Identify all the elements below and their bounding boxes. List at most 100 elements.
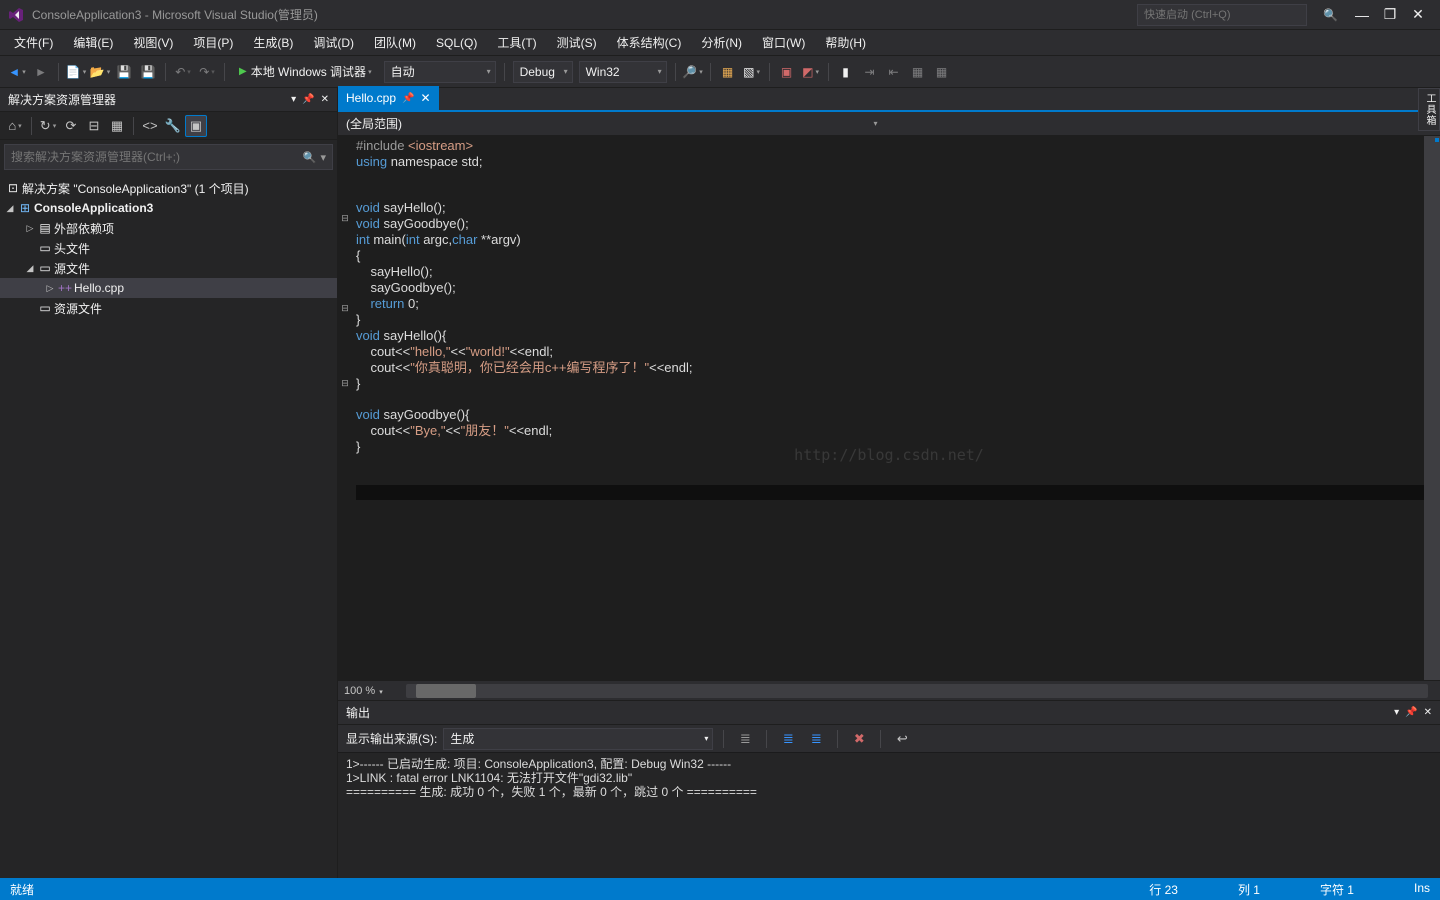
solution-node[interactable]: ⊡ 解决方案 "ConsoleApplication3" (1 个项目) bbox=[0, 178, 337, 198]
panel-close-icon[interactable]: ✕ bbox=[1424, 707, 1432, 718]
scope-bar: (全局范围) ▲▼ bbox=[338, 112, 1440, 136]
panel-menu-icon[interactable]: ▾ bbox=[1394, 707, 1399, 718]
close-button[interactable]: ✕ bbox=[1404, 6, 1432, 23]
scope-combo[interactable]: (全局范围) bbox=[338, 113, 884, 135]
collapse-icon[interactable]: ⊟ bbox=[83, 115, 105, 137]
restore-button[interactable]: ❐ bbox=[1376, 6, 1404, 23]
tb-icon6[interactable]: ⇥ bbox=[859, 61, 881, 83]
output-find-icon[interactable]: ≣ bbox=[734, 728, 756, 750]
fold-icon[interactable]: ⊟ bbox=[338, 213, 352, 228]
preview-icon[interactable]: ▣ bbox=[185, 115, 207, 137]
code-icon[interactable]: <> bbox=[139, 115, 161, 137]
tb-icon8[interactable]: ▦ bbox=[907, 61, 929, 83]
refresh-icon[interactable]: ⟳ bbox=[60, 115, 82, 137]
platform-combo[interactable]: Win32 bbox=[579, 61, 667, 83]
solution-search[interactable]: 🔍 ▾ bbox=[4, 144, 333, 170]
open-file-button[interactable]: 📂 bbox=[89, 61, 111, 83]
tb-icon2[interactable]: ▧ bbox=[741, 61, 763, 83]
editor-tab-hello[interactable]: Hello.cpp 📌 ✕ bbox=[338, 86, 439, 110]
menu-window[interactable]: 窗口(W) bbox=[752, 31, 815, 54]
external-deps-node[interactable]: ▷ ▤ 外部依赖项 bbox=[0, 218, 337, 238]
scroll-marker bbox=[1435, 138, 1439, 142]
save-all-button[interactable]: 💾 bbox=[137, 61, 159, 83]
tb-icon3[interactable]: ▣ bbox=[776, 61, 798, 83]
code-editor[interactable]: ⊟ ⊟ ⊟ #include <iostream> using namespac… bbox=[338, 136, 1440, 680]
code-text[interactable]: #include <iostream> using namespace std;… bbox=[352, 136, 1440, 680]
folder-icon: ▭ bbox=[36, 241, 54, 255]
save-button[interactable]: 💾 bbox=[113, 61, 135, 83]
show-all-icon[interactable]: ▦ bbox=[106, 115, 128, 137]
output-wrap-icon[interactable]: ↩ bbox=[891, 728, 913, 750]
menu-edit[interactable]: 编辑(E) bbox=[63, 31, 123, 54]
titlebar: ConsoleApplication3 - Microsoft Visual S… bbox=[0, 0, 1440, 30]
pin-icon[interactable]: 📌 bbox=[302, 94, 314, 105]
separator bbox=[58, 63, 59, 81]
tb-icon1[interactable]: ▦ bbox=[717, 61, 739, 83]
undo-button[interactable]: ↶ bbox=[172, 61, 194, 83]
output-prev-icon[interactable]: ≣ bbox=[777, 728, 799, 750]
pin-icon[interactable]: 📌 bbox=[1405, 707, 1417, 718]
menu-architecture[interactable]: 体系结构(C) bbox=[607, 31, 692, 54]
menu-build[interactable]: 生成(B) bbox=[243, 31, 303, 54]
expander-icon[interactable]: ◢ bbox=[24, 263, 36, 274]
tab-close-icon[interactable]: ✕ bbox=[420, 91, 430, 105]
fold-icon[interactable]: ⊟ bbox=[338, 378, 352, 393]
output-source-combo[interactable]: 生成 bbox=[443, 728, 713, 750]
menu-sql[interactable]: SQL(Q) bbox=[426, 33, 487, 53]
sources-node[interactable]: ◢ ▭ 源文件 bbox=[0, 258, 337, 278]
expander-icon[interactable]: ▷ bbox=[24, 223, 36, 234]
folder-icon: ▭ bbox=[36, 261, 54, 275]
nav-back-button[interactable]: ◄ bbox=[6, 61, 28, 83]
menu-project[interactable]: 项目(P) bbox=[183, 31, 243, 54]
member-combo[interactable] bbox=[884, 113, 1430, 135]
zoom-combo[interactable]: 100 % bbox=[344, 685, 400, 697]
minimize-button[interactable]: — bbox=[1348, 7, 1376, 23]
search-icon[interactable]: 🔍 bbox=[1323, 8, 1338, 22]
menu-view[interactable]: 视图(V) bbox=[123, 31, 183, 54]
new-project-button[interactable]: 📄 bbox=[65, 61, 87, 83]
solution-icon: ⊡ bbox=[4, 181, 22, 195]
menu-test[interactable]: 测试(S) bbox=[547, 31, 607, 54]
auto-combo[interactable]: 自动 bbox=[384, 61, 496, 83]
config-combo[interactable]: Debug bbox=[513, 61, 573, 83]
menu-help[interactable]: 帮助(H) bbox=[815, 31, 876, 54]
horizontal-scrollbar[interactable] bbox=[406, 684, 1428, 698]
properties-icon[interactable]: 🔧 bbox=[162, 115, 184, 137]
search-submit-icon[interactable]: 🔍 bbox=[303, 151, 317, 164]
hello-cpp-node[interactable]: ▷ ++ Hello.cpp bbox=[0, 278, 337, 298]
redo-button[interactable]: ↷ bbox=[196, 61, 218, 83]
resources-node[interactable]: ▭ 资源文件 bbox=[0, 298, 337, 318]
quick-launch-input[interactable] bbox=[1137, 4, 1307, 26]
output-next-icon[interactable]: ≣ bbox=[805, 728, 827, 750]
tb-icon9[interactable]: ▦ bbox=[931, 61, 953, 83]
toolbox-dock-tab[interactable]: 工具箱 bbox=[1418, 88, 1440, 131]
menu-debug[interactable]: 调试(D) bbox=[303, 31, 364, 54]
headers-node[interactable]: ▭ 头文件 bbox=[0, 238, 337, 258]
panel-menu-icon[interactable]: ▾ bbox=[291, 94, 296, 105]
menu-analyze[interactable]: 分析(N) bbox=[691, 31, 752, 54]
output-clear-icon[interactable]: ✖ bbox=[848, 728, 870, 750]
find-button[interactable]: 🔎 bbox=[682, 61, 704, 83]
tab-pin-icon[interactable]: 📌 bbox=[402, 93, 414, 104]
menu-team[interactable]: 团队(M) bbox=[364, 31, 426, 54]
project-node[interactable]: ◢ ⊞ ConsoleApplication3 bbox=[0, 198, 337, 218]
home-icon[interactable]: ⌂ bbox=[4, 115, 26, 137]
separator bbox=[675, 63, 676, 81]
nav-forward-button[interactable]: ► bbox=[30, 61, 52, 83]
tb-icon4[interactable]: ◩ bbox=[800, 61, 822, 83]
start-debug-button[interactable]: ▶本地 Windows 调试器 bbox=[231, 61, 380, 83]
fold-icon[interactable]: ⊟ bbox=[338, 303, 352, 318]
expander-icon[interactable]: ◢ bbox=[4, 203, 16, 214]
tb-icon5[interactable]: ▮ bbox=[835, 61, 857, 83]
panel-close-icon[interactable]: ✕ bbox=[321, 94, 329, 105]
search-options-icon[interactable]: ▾ bbox=[320, 151, 326, 164]
menu-tools[interactable]: 工具(T) bbox=[487, 31, 546, 54]
solution-search-input[interactable] bbox=[11, 150, 299, 164]
output-text[interactable]: 1>------ 已启动生成: 项目: ConsoleApplication3,… bbox=[338, 753, 1440, 878]
expander-icon[interactable]: ▷ bbox=[44, 283, 56, 294]
editor-area: Hello.cpp 📌 ✕ ▾ (全局范围) ▲▼ ⊟ ⊟ ⊟ #include… bbox=[338, 88, 1440, 878]
sync-icon[interactable]: ↻ bbox=[37, 115, 59, 137]
vertical-scrollbar[interactable] bbox=[1424, 136, 1440, 680]
menu-file[interactable]: 文件(F) bbox=[4, 31, 63, 54]
tb-icon7[interactable]: ⇤ bbox=[883, 61, 905, 83]
